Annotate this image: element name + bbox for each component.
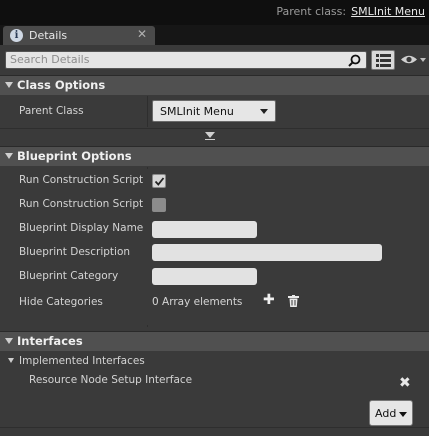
collapse-arrow-icon — [5, 153, 13, 159]
run-construction-script-checkbox-2[interactable] — [152, 198, 166, 212]
property-row-hide-categories: Hide Categories 0 Array elements ✚ — [0, 289, 429, 325]
property-row-category: Blueprint Category — [0, 265, 429, 289]
search-placeholder: Search Details — [10, 53, 90, 66]
parent-class-indicator: Parent class: SMLInit Menu — [276, 5, 425, 18]
property-label: Parent Class — [19, 105, 84, 117]
category-interfaces[interactable]: Interfaces — [0, 331, 429, 351]
expand-advanced-icon — [205, 132, 215, 138]
title-bar: Parent class: SMLInit Menu — [0, 0, 429, 25]
expander-bar — [205, 139, 215, 140]
property-label: Run Construction Script o — [19, 174, 147, 186]
array-count: 0 Array elements — [152, 296, 243, 308]
advanced-expander[interactable] — [0, 128, 429, 142]
add-interface-button[interactable]: Add — [369, 400, 413, 426]
search-row: Search Details — [0, 45, 429, 75]
collapse-arrow-icon — [5, 82, 13, 88]
column-divider[interactable] — [147, 96, 148, 127]
parent-class-dropdown[interactable]: SMLInit Menu — [152, 100, 276, 122]
view-options-button[interactable] — [371, 50, 395, 70]
collapse-arrow-icon — [5, 338, 13, 344]
property-label: Blueprint Display Name — [19, 222, 144, 234]
next-section-cutoff — [0, 427, 429, 436]
chevron-down-icon — [399, 412, 407, 417]
implemented-interfaces-header[interactable]: Implemented Interfaces — [0, 352, 429, 372]
collapse-arrow-icon — [8, 358, 14, 363]
blueprint-display-name-input[interactable] — [152, 221, 257, 238]
implemented-interfaces-label: Implemented Interfaces — [19, 355, 145, 367]
property-row-parent-class: Parent Class SMLInit Menu — [0, 96, 429, 127]
trash-icon[interactable] — [288, 295, 299, 307]
tab-strip: i Details ✕ — [0, 25, 429, 45]
category-title: Blueprint Options — [17, 149, 132, 163]
chevron-down-icon[interactable] — [420, 58, 426, 62]
category-class-options[interactable]: Class Options — [0, 75, 429, 95]
category-blueprint-options[interactable]: Blueprint Options — [0, 146, 429, 166]
remove-interface-icon[interactable]: ✖ — [399, 375, 411, 391]
tab-label: Details — [29, 29, 68, 42]
blueprint-category-input[interactable] — [152, 268, 257, 285]
run-construction-script-checkbox-1[interactable] — [152, 174, 166, 188]
close-tab-icon[interactable]: ✕ — [137, 27, 147, 41]
add-element-icon[interactable]: ✚ — [263, 292, 275, 308]
property-label: Blueprint Description — [19, 246, 131, 258]
details-panel: Search Details Class Options Parent Clas… — [0, 45, 429, 436]
info-icon: i — [10, 29, 23, 42]
interface-item: Resource Node Setup Interface — [29, 374, 193, 386]
parent-class-link[interactable]: SMLInit Menu — [351, 5, 425, 18]
list-view-icon — [376, 54, 391, 67]
dropdown-value: SMLInit Menu — [160, 105, 234, 118]
search-icon — [348, 54, 361, 67]
property-label: Hide Categories — [19, 296, 103, 308]
chevron-down-icon — [260, 109, 268, 114]
add-button-label: Add — [375, 407, 397, 420]
category-title: Interfaces — [17, 334, 83, 348]
search-input[interactable]: Search Details — [5, 51, 367, 69]
property-label: Run Construction Script in — [19, 198, 147, 210]
property-row-run-construction-script-1: Run Construction Script o — [0, 169, 429, 193]
property-row-description: Blueprint Description — [0, 241, 429, 265]
tab-details[interactable]: i Details ✕ — [3, 26, 155, 45]
property-row-run-construction-script-2: Run Construction Script in — [0, 193, 429, 217]
eye-icon[interactable] — [400, 54, 418, 65]
blueprint-description-input[interactable] — [152, 244, 382, 261]
property-row-display-name: Blueprint Display Name — [0, 217, 429, 241]
category-title: Class Options — [17, 78, 106, 92]
property-label: Blueprint Category — [19, 270, 119, 282]
parent-class-label: Parent class: — [276, 5, 347, 18]
checkmark-icon — [154, 177, 165, 186]
